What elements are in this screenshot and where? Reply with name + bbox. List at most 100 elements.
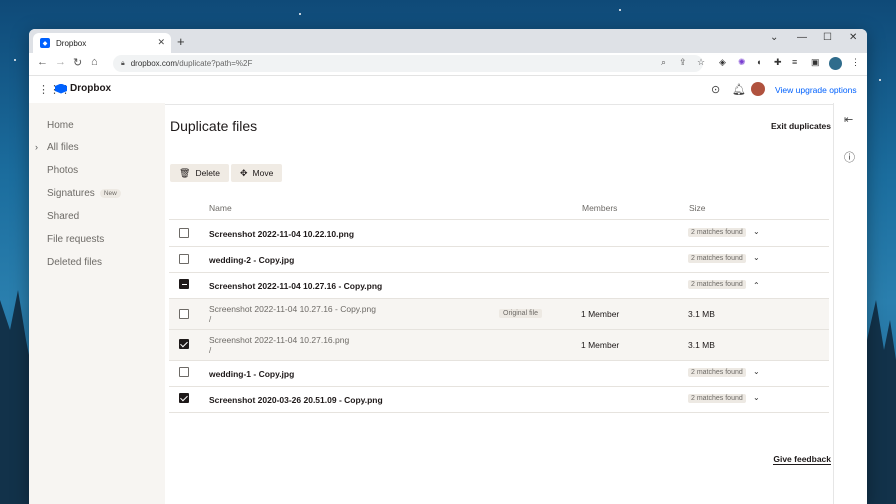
table-row[interactable]: wedding-2 - Copy.jpg 2 matches found ⌄ xyxy=(169,247,829,273)
reading-list-icon[interactable]: ≡ xyxy=(792,57,797,67)
tab-strip: ◆ Dropbox ✕ + ⌄ — ☐ ✕ xyxy=(29,29,867,53)
sidebar-item-all-files[interactable]: All files xyxy=(47,142,79,153)
matches-badge: 2 matches found xyxy=(688,280,746,289)
close-tab-icon[interactable]: ✕ xyxy=(157,37,165,48)
matches-badge: 2 matches found xyxy=(688,368,746,377)
column-header-name[interactable]: Name xyxy=(209,203,232,213)
row-checkbox[interactable] xyxy=(179,228,189,238)
file-name: wedding-1 - Copy.jpg xyxy=(209,369,295,379)
home-icon[interactable]: ⌂ xyxy=(91,56,98,68)
file-name: Screenshot 2022-11-04 10.22.10.png xyxy=(209,229,355,239)
chevron-right-icon[interactable]: › xyxy=(35,142,38,152)
move-label: Move xyxy=(252,168,274,178)
extension-headphones-icon[interactable]: ◖ xyxy=(756,57,761,67)
new-tab-button[interactable]: + xyxy=(177,34,185,49)
address-bar-row: ← → ↻ ⌂ 🔒︎ dropbox.com/duplicate?path=%2… xyxy=(29,53,867,76)
tab-title: Dropbox xyxy=(56,38,87,48)
file-name: Screenshot 2022-11-04 10.27.16.png xyxy=(209,335,350,345)
sidebar-item-photos[interactable]: Photos xyxy=(47,165,78,176)
share-icon[interactable]: ⇪ xyxy=(679,57,687,68)
upgrade-link[interactable]: View upgrade options xyxy=(775,85,857,95)
search-icon[interactable]: ⌕ xyxy=(661,57,666,68)
move-arrows-icon: ✥ xyxy=(240,167,248,178)
side-panel-icon[interactable]: ▣ xyxy=(811,57,820,68)
column-header-members[interactable]: Members xyxy=(582,203,617,213)
sidebar-item-label: Signatures xyxy=(47,188,95,199)
collapse-panel-icon[interactable]: ⇤ xyxy=(844,113,853,126)
back-icon[interactable]: ← xyxy=(37,56,48,68)
extension-layers-icon[interactable]: ◈ xyxy=(719,57,726,68)
url-host: dropbox.com xyxy=(130,59,177,68)
sidebar-item-signatures[interactable]: Signatures New xyxy=(47,188,121,199)
lock-icon: 🔒︎ xyxy=(121,59,125,67)
url-path: /duplicate?path=%2F xyxy=(176,59,253,68)
dropbox-header: ⋮⋮⋮ Dropbox ⊙ 🔔︎ View upgrade options xyxy=(29,76,867,105)
give-feedback-link[interactable]: Give feedback xyxy=(773,454,831,465)
chevron-down-icon[interactable]: ⌄ xyxy=(753,367,760,376)
info-icon[interactable]: ⓘ xyxy=(844,149,855,165)
notifications-bell-icon[interactable]: 🔔︎ xyxy=(732,83,746,96)
matches-badge: 2 matches found xyxy=(688,228,746,237)
dropbox-favicon-icon: ◆ xyxy=(40,38,50,48)
extensions-puzzle-icon[interactable]: ✚ xyxy=(774,57,782,68)
table-row[interactable]: Screenshot 2020-03-26 20.51.09 - Copy.pn… xyxy=(169,387,829,413)
url-field[interactable]: 🔒︎ dropbox.com/duplicate?path=%2F xyxy=(113,55,703,72)
extension-gear-icon[interactable]: ✺ xyxy=(738,57,746,68)
file-path: / xyxy=(209,315,212,324)
browser-tab[interactable]: ◆ Dropbox ✕ xyxy=(33,33,171,53)
row-checkbox[interactable] xyxy=(179,279,189,289)
table-row[interactable]: Screenshot 2022-11-04 10.27.16 - Copy.pn… xyxy=(169,273,829,299)
forward-icon[interactable]: → xyxy=(55,56,66,68)
members-count: 1 Member xyxy=(581,340,620,350)
main-content: Duplicate files Exit duplicates 🗑︎ Delet… xyxy=(165,103,833,504)
dropbox-logo[interactable]: Dropbox xyxy=(55,83,111,94)
right-rail: ⇤ ⓘ xyxy=(833,103,867,504)
duplicate-subrow[interactable]: Screenshot 2022-11-04 10.27.16 - Copy.pn… xyxy=(169,299,829,330)
browser-window: ◆ Dropbox ✕ + ⌄ — ☐ ✕ ← → ↻ ⌂ 🔒︎ dropbox… xyxy=(29,29,867,504)
table-row[interactable]: Screenshot 2022-11-04 10.22.10.png 2 mat… xyxy=(169,220,829,247)
activity-icon[interactable]: ⊙ xyxy=(711,83,720,96)
file-size: 3.1 MB xyxy=(688,340,715,350)
row-checkbox[interactable] xyxy=(179,254,189,264)
row-checkbox[interactable] xyxy=(179,367,189,377)
trash-icon: 🗑︎ xyxy=(179,167,191,178)
delete-button[interactable]: 🗑︎ Delete xyxy=(170,164,230,182)
row-checkbox[interactable] xyxy=(179,393,189,403)
new-badge: New xyxy=(99,188,121,198)
minimize-button[interactable]: — xyxy=(797,32,807,43)
duplicate-subrow[interactable]: Screenshot 2022-11-04 10.27.16.png / 1 M… xyxy=(169,330,829,361)
file-name: Screenshot 2022-11-04 10.27.16 - Copy.pn… xyxy=(209,281,383,291)
sidebar: Home › All files Photos Signatures New Sh… xyxy=(29,103,165,504)
chevron-up-icon[interactable]: ⌃ xyxy=(753,281,760,290)
dropbox-logo-icon xyxy=(55,83,67,94)
close-window-button[interactable]: ✕ xyxy=(849,32,857,43)
file-name: Screenshot 2020-03-26 20.51.09 - Copy.pn… xyxy=(209,395,383,405)
delete-label: Delete xyxy=(195,168,221,178)
menu-kebab-icon[interactable]: ⋮ xyxy=(851,57,860,68)
sidebar-item-shared[interactable]: Shared xyxy=(47,211,79,222)
exit-duplicates-button[interactable]: Exit duplicates xyxy=(771,121,831,131)
original-file-badge: Original file xyxy=(499,309,543,318)
chevron-down-icon[interactable]: ⌄ xyxy=(753,227,760,236)
sidebar-item-home[interactable]: Home xyxy=(47,120,74,131)
profile-avatar[interactable] xyxy=(829,57,842,70)
table-row[interactable]: wedding-1 - Copy.jpg 2 matches found ⌄ xyxy=(169,361,829,387)
tab-search-icon[interactable]: ⌄ xyxy=(770,32,778,43)
reload-icon[interactable]: ↻ xyxy=(73,56,82,69)
maximize-button[interactable]: ☐ xyxy=(823,32,832,43)
column-header-size[interactable]: Size xyxy=(689,203,706,213)
user-avatar[interactable] xyxy=(751,82,765,96)
file-name: wedding-2 - Copy.jpg xyxy=(209,255,295,265)
row-checkbox[interactable] xyxy=(179,309,189,319)
sidebar-item-file-requests[interactable]: File requests xyxy=(47,234,104,245)
members-count: 1 Member xyxy=(581,309,620,319)
logo-text: Dropbox xyxy=(70,83,112,94)
file-size: 3.1 MB xyxy=(688,309,715,319)
bookmark-star-icon[interactable]: ☆ xyxy=(697,57,705,68)
chevron-down-icon[interactable]: ⌄ xyxy=(753,393,760,402)
move-button[interactable]: ✥ Move xyxy=(231,164,283,182)
sidebar-item-deleted-files[interactable]: Deleted files xyxy=(47,257,102,268)
row-checkbox[interactable] xyxy=(179,339,189,349)
matches-badge: 2 matches found xyxy=(688,254,746,263)
chevron-down-icon[interactable]: ⌄ xyxy=(753,253,760,262)
